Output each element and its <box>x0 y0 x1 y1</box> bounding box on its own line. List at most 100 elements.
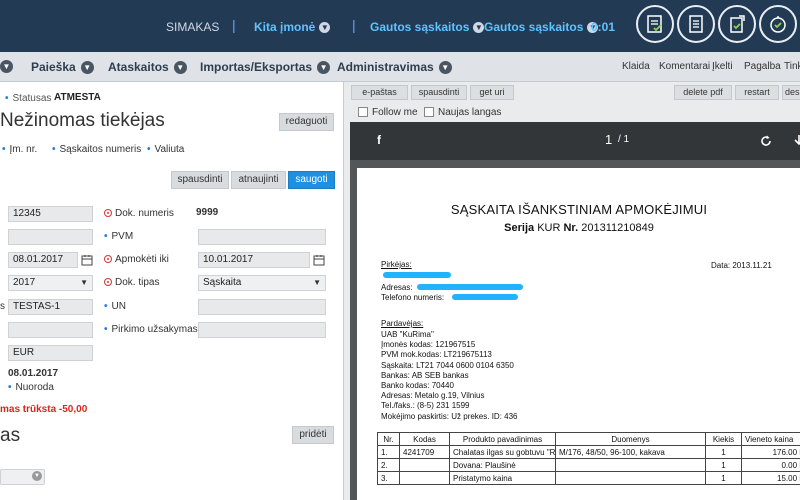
field-empty-2[interactable] <box>8 322 93 338</box>
doc-type-select[interactable]: Sąskaita ▼ <box>198 275 326 291</box>
buyer-phone-label: Telefono numeris: <box>381 293 445 302</box>
add-button[interactable]: pridėti <box>292 426 334 444</box>
date-input[interactable]: 08.01.2017 <box>8 252 78 268</box>
table-cell: 3. <box>377 471 400 485</box>
new-window-checkbox[interactable]: Naujas langas <box>424 107 501 118</box>
bullet-icon: • <box>104 231 108 242</box>
calendar-icon[interactable] <box>81 254 93 266</box>
user-name[interactable]: SIMAKAS <box>166 20 219 34</box>
table-cell: 1 <box>705 471 742 485</box>
invoice-type-selector[interactable]: Gautos sąskaitos ▼ <box>370 20 485 34</box>
nav-link-help[interactable]: Pagalba <box>744 61 781 72</box>
document-preview-panel: e-paštas spausdinti get uri delete pdf r… <box>343 82 800 500</box>
bullet-icon: • <box>52 144 56 155</box>
currency-input[interactable]: EUR <box>8 345 93 361</box>
get-uri-button[interactable]: get uri <box>470 85 514 100</box>
rotate-icon[interactable] <box>759 134 773 148</box>
checklist-button[interactable] <box>636 5 674 43</box>
bullet-icon: • <box>8 382 12 393</box>
restart-button[interactable]: restart <box>735 85 779 100</box>
purchase-order-input[interactable] <box>198 322 326 338</box>
doc-type-label: Dok. tipas <box>104 277 159 288</box>
pdf-toolbar: f 1 / 1 <box>350 122 800 160</box>
redaction-mark <box>452 294 518 300</box>
invoice-list-selector[interactable]: Gautos sąskaitos ▼ <box>484 20 599 34</box>
table-header: Duomenys <box>555 432 706 446</box>
nav-administration[interactable]: Administravimas ▼ <box>337 60 452 75</box>
due-date-input[interactable]: 10.01.2017 <box>198 252 310 268</box>
table-cell: Dovana: Plaušinė <box>449 458 556 472</box>
field-empty-1[interactable] <box>8 229 93 245</box>
section-title: as <box>0 425 21 446</box>
nav-link-error[interactable]: Klaida <box>622 61 650 72</box>
bullet-icon: • <box>5 93 9 104</box>
year-select[interactable]: 2017 ▼ <box>8 275 93 291</box>
nav-label: Ataskaitos <box>108 60 169 74</box>
seller-line: Adresas: Metalo g.19, Vilnius <box>381 391 485 401</box>
status-value: ATMESTA <box>54 92 101 103</box>
pdf-menu-icon[interactable]: f <box>377 133 381 147</box>
date-display: 08.01.2017 <box>8 368 59 379</box>
document-series: Serija KUR Nr. 201311210849 <box>504 222 654 234</box>
nav-search[interactable]: Paieška ▼ <box>31 60 94 75</box>
table-cell <box>555 471 706 485</box>
print-button[interactable]: spausdinti <box>171 171 229 189</box>
seller-line: Sąskaita: LT21 7044 0600 0104 6350 <box>381 360 514 370</box>
table-header: Produkto pavadinimas <box>449 432 556 446</box>
purchase-order-label: • Pirkimo užsakymas <box>104 324 198 335</box>
follow-me-checkbox[interactable]: Follow me <box>358 107 418 118</box>
chevron-down-icon: ▼ <box>319 22 331 34</box>
chevron-down-icon[interactable]: ▼ <box>0 60 13 73</box>
invoice-number-chip[interactable]: • Sąskaitos numeris <box>52 144 141 155</box>
doc-number-value: 9999 <box>196 207 219 218</box>
company-selector[interactable]: Kita įmonė ▼ <box>254 20 331 34</box>
email-button[interactable]: e-paštas <box>351 85 408 100</box>
calendar-icon[interactable] <box>313 254 325 266</box>
document-button[interactable] <box>677 5 715 43</box>
print-preview-button[interactable]: spausdinti <box>411 85 467 100</box>
table-cell <box>399 471 450 485</box>
edit-button[interactable]: redaguoti <box>279 113 334 131</box>
desk-button[interactable]: desk <box>782 85 800 100</box>
nav-reports[interactable]: Ataskaitos ▼ <box>108 60 187 75</box>
document-icon <box>689 15 703 33</box>
field-code[interactable]: 12345 <box>8 206 93 222</box>
warning-text: mas trūksta -50,00 <box>0 404 88 415</box>
download-icon[interactable] <box>793 134 800 148</box>
table-row: 1. 4241709 Chalatas ilgas su gobtuvu "R … <box>377 445 800 459</box>
approve-button[interactable] <box>759 5 797 43</box>
save-button[interactable]: saugoti <box>288 171 335 189</box>
nav-link-upload[interactable]: Įkelti <box>712 61 733 72</box>
delete-pdf-button[interactable]: delete pdf <box>674 85 732 100</box>
pdf-viewer: SĄSKAITA IŠANKSTINIAM APMOKĖJIMUI Serija… <box>350 160 800 500</box>
seller-label: Pardavėjas: <box>381 319 424 328</box>
page-current[interactable]: 1 <box>605 132 612 147</box>
bottom-select[interactable]: ▼ <box>0 469 45 485</box>
table-cell: 1 <box>705 445 742 459</box>
un-input[interactable] <box>198 299 326 315</box>
nav-label: Importas/Eksportas <box>200 60 313 74</box>
separator: | <box>352 17 356 33</box>
transfer-icon <box>730 15 745 33</box>
required-icon <box>104 278 112 287</box>
nav-import-export[interactable]: Importas/Eksportas ▼ <box>200 60 331 75</box>
pvm-label: • PVM <box>104 231 134 242</box>
pvm-input[interactable] <box>198 229 326 245</box>
seller-line: Bankas: AB SEB bankas <box>381 370 469 380</box>
chevron-down-icon: ▼ <box>173 61 187 75</box>
company-code-chip[interactable]: • Įm. nr. <box>2 144 37 155</box>
un-label: • UN <box>104 301 126 312</box>
selector-label: Gautos sąskaitos <box>484 20 584 34</box>
approve-clock-icon <box>770 16 786 33</box>
table-cell: 2. <box>377 458 400 472</box>
transfer-button[interactable] <box>718 5 756 43</box>
bullet-icon: • <box>147 144 151 155</box>
nav-link-comments[interactable]: Komentarai <box>659 61 710 72</box>
testas-input[interactable]: TESTAS-1 <box>8 299 93 315</box>
year-value: 2017 <box>13 277 36 288</box>
nav-link-network[interactable]: Tinkl <box>784 61 800 72</box>
dropdown-arrow-icon: ▼ <box>80 278 88 287</box>
refresh-button[interactable]: atnaujinti <box>231 171 286 189</box>
currency-chip[interactable]: • Valiuta <box>147 144 184 155</box>
table-row: 3. Pristatymo kaina 1 15.00 LT <box>377 471 800 485</box>
